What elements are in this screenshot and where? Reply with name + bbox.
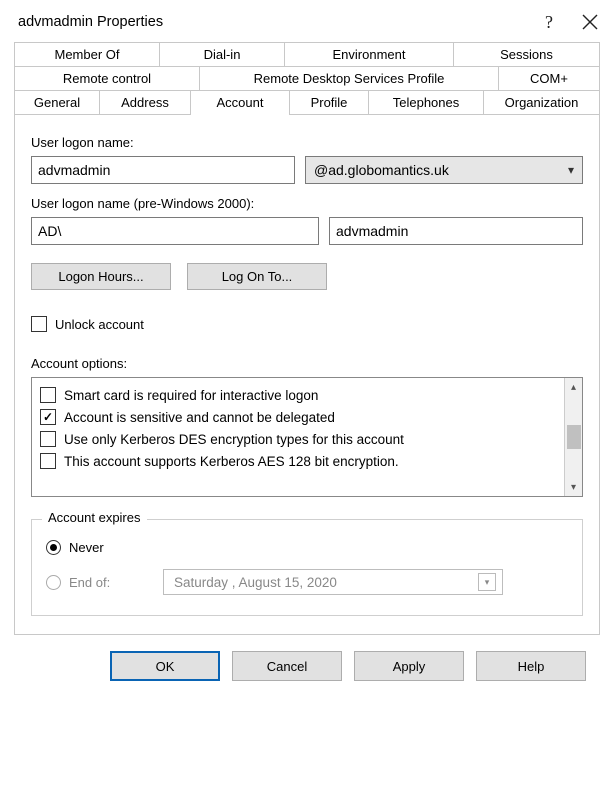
- option-checkbox-0[interactable]: [40, 387, 56, 403]
- pre2000-user-input[interactable]: [329, 217, 583, 245]
- tab-rds-profile[interactable]: Remote Desktop Services Profile: [199, 66, 499, 90]
- account-expires-title: Account expires: [42, 510, 147, 525]
- close-icon[interactable]: [582, 14, 598, 30]
- calendar-dropdown-icon[interactable]: ▾: [478, 573, 496, 591]
- pre2000-label: User logon name (pre-Windows 2000):: [31, 196, 583, 211]
- account-options-list: Smart card is required for interactive l…: [31, 377, 583, 497]
- expires-never-radio[interactable]: [46, 540, 61, 555]
- logon-hours-button[interactable]: Logon Hours...: [31, 263, 171, 290]
- account-panel: User logon name: @ad.globomantics.uk ▾ U…: [14, 114, 600, 635]
- tab-com-plus[interactable]: COM+: [498, 66, 600, 90]
- expires-date-picker[interactable]: Saturday , August 15, 2020 ▾: [163, 569, 503, 595]
- expires-date-text: Saturday , August 15, 2020: [174, 575, 337, 590]
- tab-dial-in[interactable]: Dial-in: [159, 42, 285, 66]
- account-options-label: Account options:: [31, 356, 583, 371]
- tab-sessions[interactable]: Sessions: [453, 42, 600, 66]
- chevron-down-icon: ▾: [568, 163, 574, 177]
- domain-combo-value: @ad.globomantics.uk: [314, 162, 449, 178]
- option-label: Account is sensitive and cannot be deleg…: [64, 410, 335, 425]
- tab-remote-control[interactable]: Remote control: [14, 66, 200, 90]
- tab-organization[interactable]: Organization: [483, 90, 600, 115]
- option-label: Use only Kerberos DES encryption types f…: [64, 432, 404, 447]
- account-expires-group: Account expires Never End of: Saturday ,…: [31, 519, 583, 616]
- logon-name-label: User logon name:: [31, 135, 583, 150]
- svg-text:?: ?: [545, 12, 553, 32]
- pre2000-domain-input[interactable]: [31, 217, 319, 245]
- help-icon[interactable]: ?: [542, 12, 558, 32]
- scroll-up-icon[interactable]: ▴: [565, 378, 582, 396]
- logon-name-input[interactable]: [31, 156, 295, 184]
- scroll-thumb[interactable]: [567, 425, 581, 449]
- unlock-account-checkbox[interactable]: [31, 316, 47, 332]
- unlock-account-label: Unlock account: [55, 317, 144, 332]
- options-scrollbar[interactable]: ▴ ▾: [564, 378, 582, 496]
- apply-button[interactable]: Apply: [354, 651, 464, 681]
- expires-endof-radio[interactable]: [46, 575, 61, 590]
- tab-account[interactable]: Account: [190, 90, 290, 115]
- list-item[interactable]: This account supports Kerberos AES 128 b…: [40, 450, 556, 472]
- tab-member-of[interactable]: Member Of: [14, 42, 160, 66]
- option-checkbox-1[interactable]: [40, 409, 56, 425]
- option-label: Smart card is required for interactive l…: [64, 388, 318, 403]
- tab-strip: Member Of Dial-in Environment Sessions R…: [14, 42, 600, 635]
- tab-telephones[interactable]: Telephones: [368, 90, 484, 115]
- list-item[interactable]: Use only Kerberos DES encryption types f…: [40, 428, 556, 450]
- tab-address[interactable]: Address: [99, 90, 191, 115]
- log-on-to-button[interactable]: Log On To...: [187, 263, 327, 290]
- scroll-down-icon[interactable]: ▾: [565, 478, 582, 496]
- cancel-button[interactable]: Cancel: [232, 651, 342, 681]
- tab-general[interactable]: General: [14, 90, 100, 115]
- tab-profile[interactable]: Profile: [289, 90, 369, 115]
- option-label: This account supports Kerberos AES 128 b…: [64, 454, 399, 469]
- expires-endof-label: End of:: [69, 575, 155, 590]
- help-button[interactable]: Help: [476, 651, 586, 681]
- tab-environment[interactable]: Environment: [284, 42, 454, 66]
- window-title: advmadmin Properties: [18, 14, 163, 30]
- option-checkbox-2[interactable]: [40, 431, 56, 447]
- list-item[interactable]: Smart card is required for interactive l…: [40, 384, 556, 406]
- domain-combo[interactable]: @ad.globomantics.uk ▾: [305, 156, 583, 184]
- expires-never-label: Never: [69, 540, 104, 555]
- ok-button[interactable]: OK: [110, 651, 220, 681]
- option-checkbox-3[interactable]: [40, 453, 56, 469]
- list-item[interactable]: Account is sensitive and cannot be deleg…: [40, 406, 556, 428]
